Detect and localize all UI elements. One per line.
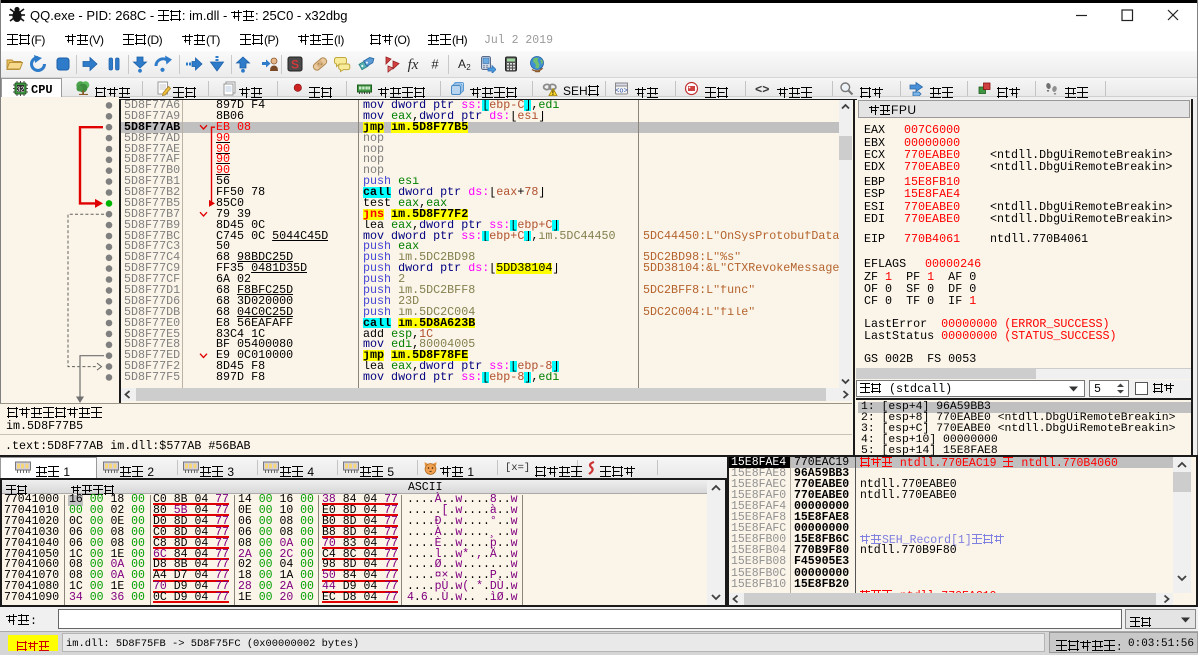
svg-text:!: ! — [552, 90, 554, 96]
svg-text:#: # — [431, 57, 439, 72]
svg-text:fx: fx — [408, 57, 419, 73]
svg-text:S: S — [291, 58, 299, 72]
svg-text:32: 32 — [17, 87, 25, 94]
svg-text:<o>: <o> — [615, 88, 628, 96]
svg-text:2: 2 — [466, 63, 471, 72]
svg-text:A: A — [458, 57, 466, 71]
